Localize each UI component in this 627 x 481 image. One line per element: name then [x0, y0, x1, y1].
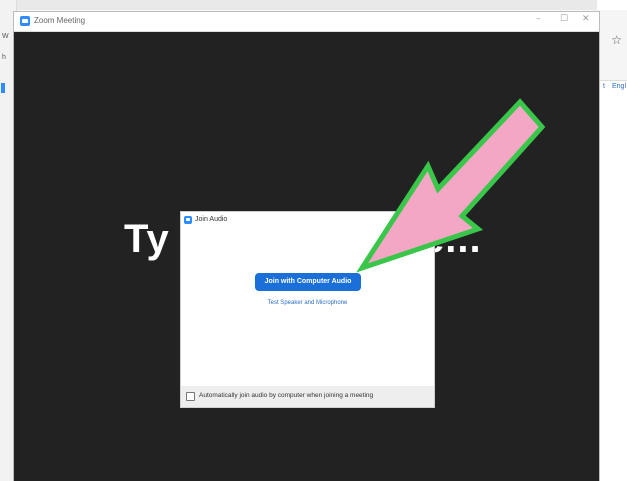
- screenshot-stage: W h ☆ t Engl Zoom Meeting – ☐ ✕ Ty e... …: [0, 0, 627, 481]
- annotation-arrow-icon: [356, 98, 546, 273]
- annotation-arrow: [356, 98, 546, 273]
